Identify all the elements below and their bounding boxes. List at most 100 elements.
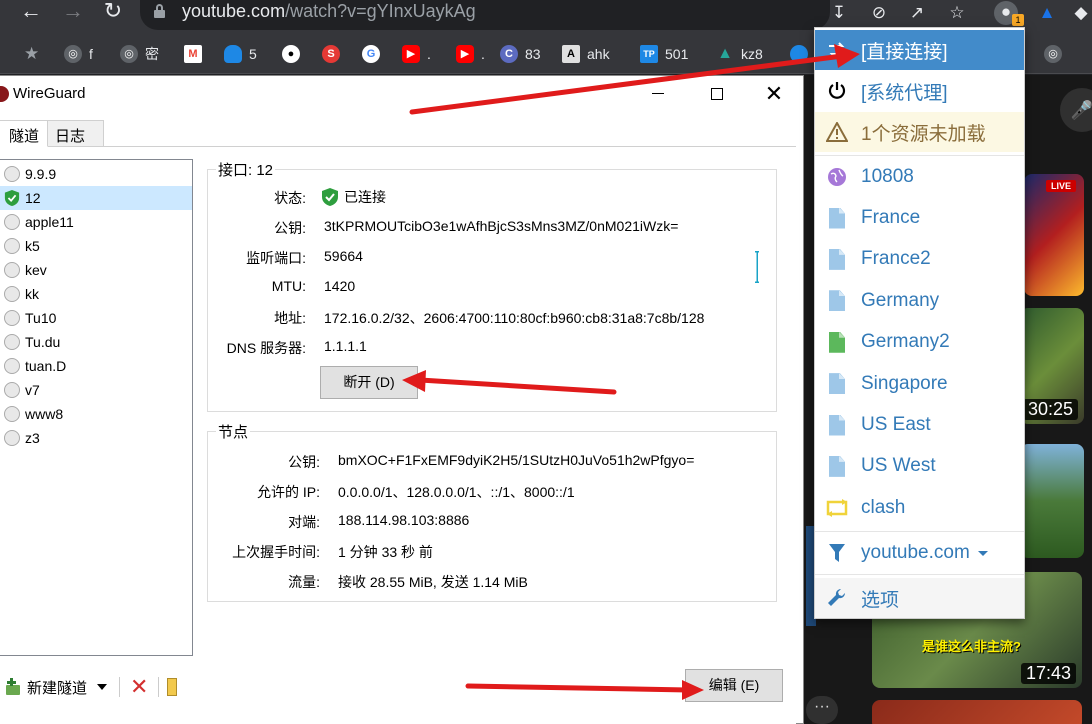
video-thumbnail[interactable]: 30:25 (1020, 308, 1084, 424)
bookmark-6[interactable]: S (322, 44, 347, 64)
new-tunnel-button[interactable]: 新建隧道 (27, 677, 87, 698)
bookmark-star-icon[interactable]: ☆ (946, 2, 968, 24)
reload-icon[interactable]: ↻ (98, 0, 128, 24)
file-icon (826, 373, 848, 395)
menu-item-options[interactable]: 选项 (815, 578, 1024, 618)
bookmark-13[interactable]: ▲ kz8 (716, 44, 763, 64)
new-tunnel-dropdown-icon[interactable] (97, 684, 108, 690)
interface-group: 接口: 12 状态: 已连接 公钥: 3tKPRMOUTcibO3e1wAfhB… (207, 159, 777, 412)
bookmark-7[interactable]: G (362, 44, 387, 64)
menu-item-profile[interactable]: US West (815, 446, 1024, 486)
bookmark-5[interactable]: ● (282, 44, 307, 64)
menu-item-direct[interactable]: [直接连接] (815, 30, 1024, 70)
tunnel-item[interactable]: 9.9.9 (0, 162, 192, 186)
power-icon (826, 80, 848, 102)
tunnel-item[interactable]: 12 (0, 186, 192, 210)
export-zip-icon[interactable] (167, 678, 178, 696)
menu-item-profile[interactable]: France2 (815, 239, 1024, 279)
dns-value: 1.1.1.1 (324, 338, 367, 354)
tracking-off-icon[interactable]: ⊘ (868, 2, 890, 24)
menu-item-profile[interactable]: Germany (815, 281, 1024, 321)
disconnect-button[interactable]: 断开 (D) (320, 366, 418, 399)
tunnel-name: Tu10 (25, 310, 57, 326)
tunnel-list-toolbar: 新建隧道 ✕ (0, 674, 193, 700)
menu-item-profile[interactable]: France (815, 198, 1024, 238)
close-icon: ✕ (764, 81, 784, 106)
tunnel-item[interactable]: k5 (0, 234, 192, 258)
tunnel-item[interactable]: apple11 (0, 210, 192, 234)
tunnel-item[interactable]: v7 (0, 378, 192, 402)
edit-button[interactable]: 编辑 (E) (685, 669, 783, 702)
menu-item-profile-10808[interactable]: 10808 (815, 157, 1024, 197)
extension-badge: 1 (1012, 14, 1024, 26)
bookmark-12[interactable]: TP 501 (640, 44, 688, 64)
back-arrow-icon[interactable]: ← (16, 0, 46, 24)
bookmark-9[interactable]: ▶. (456, 44, 485, 64)
bookmark-14[interactable] (790, 44, 815, 64)
peer-group: 节点 公钥: bmXOC+F1FxEMF9dyiK2H5/1SUtzH0JuVo… (207, 421, 777, 602)
extension-shield-icon[interactable]: ▲ (1036, 2, 1058, 24)
disconnected-circle-icon (4, 286, 20, 302)
tab-log[interactable]: 日志 (46, 120, 104, 147)
menu-label: France (861, 207, 921, 228)
delete-tunnel-icon[interactable]: ✕ (130, 674, 148, 700)
listen-port-label: 监听端口: (246, 250, 306, 266)
menu-item-warning[interactable]: 1个资源未加载 (815, 112, 1024, 152)
peer-pubkey-value: bmXOC+F1FxEMF9dyiK2H5/1SUtzH0JuVo51h2wPf… (338, 452, 695, 468)
forward-arrow-icon[interactable]: → (58, 0, 88, 24)
google-icon: G (362, 45, 380, 63)
minimize-button[interactable] (635, 79, 681, 109)
tunnel-item[interactable]: kk (0, 282, 192, 306)
file-icon (826, 414, 848, 436)
peer-pubkey-label: 公钥: (288, 454, 320, 470)
file-icon (826, 455, 848, 477)
install-app-icon[interactable]: ↧ (828, 2, 850, 24)
extension-more-icon[interactable]: ◆ (1070, 2, 1092, 24)
bookmark-3[interactable]: M (184, 44, 209, 64)
tunnel-item[interactable]: z3 (0, 426, 192, 450)
file-icon (826, 331, 848, 353)
menu-label: US West (861, 455, 936, 477)
apps-star-icon[interactable]: ★ (24, 44, 39, 64)
transfer-value: 接收 28.55 MiB, 发送 1.14 MiB (338, 574, 528, 590)
maximize-button[interactable] (693, 79, 739, 109)
bookmark-10[interactable]: C 83 (500, 44, 541, 64)
tunnel-item[interactable]: tuan.D (0, 354, 192, 378)
tunnel-item[interactable]: kev (0, 258, 192, 282)
menu-item-clash[interactable]: clash (815, 488, 1024, 528)
handshake-label: 上次握手时间: (232, 544, 320, 560)
red-app-icon: S (322, 45, 340, 63)
bookmark-15[interactable]: ◎ (1044, 44, 1069, 64)
menu-item-site-condition[interactable]: youtube.com (815, 533, 1024, 573)
bookmark-1[interactable]: ◎ f (64, 44, 93, 64)
tunnel-item[interactable]: Tu10 (0, 306, 192, 330)
globe-icon: ◎ (1044, 45, 1062, 63)
globe-icon (826, 166, 848, 188)
bookmark-8[interactable]: ▶. (402, 44, 431, 64)
address-bar[interactable]: youtube.com/watch?v=gYInxUaykAg (140, 0, 830, 30)
tunnel-item[interactable]: www8 (0, 402, 192, 426)
bookmark-label: . (481, 46, 485, 62)
url-text[interactable]: youtube.com/watch?v=gYInxUaykAg (182, 1, 476, 22)
video-thumbnail[interactable] (1020, 444, 1084, 558)
auto-switch-icon (826, 497, 848, 519)
disconnected-circle-icon (4, 406, 20, 422)
handshake-value: 1 分钟 33 秒 前 (338, 544, 433, 560)
tunnel-item[interactable]: Tu.du (0, 330, 192, 354)
bookmark-11[interactable]: Aahk (562, 44, 610, 64)
menu-label: [直接连接] (861, 41, 948, 63)
menu-item-profile[interactable]: US East (815, 405, 1024, 445)
bookmark-2[interactable]: ◎ 密 (120, 44, 159, 64)
video-thumbnail[interactable] (872, 700, 1082, 724)
menu-item-profile[interactable]: Germany2 (815, 322, 1024, 362)
bookmark-4[interactable]: 5 (224, 44, 257, 64)
video-thumbnail[interactable]: LIVE (1024, 174, 1084, 296)
menu-item-profile[interactable]: Singapore (815, 364, 1024, 404)
tab-bar: 隧道 日志 (0, 120, 803, 147)
close-button[interactable]: ✕ (751, 79, 797, 109)
bookmark-label: kz8 (741, 46, 763, 62)
menu-item-system-proxy[interactable]: [系统代理] (815, 71, 1024, 111)
tab-tunnels[interactable]: 隧道 (0, 120, 48, 147)
share-icon[interactable]: ↗ (906, 2, 928, 24)
more-dots-icon[interactable]: ··· (806, 696, 838, 724)
